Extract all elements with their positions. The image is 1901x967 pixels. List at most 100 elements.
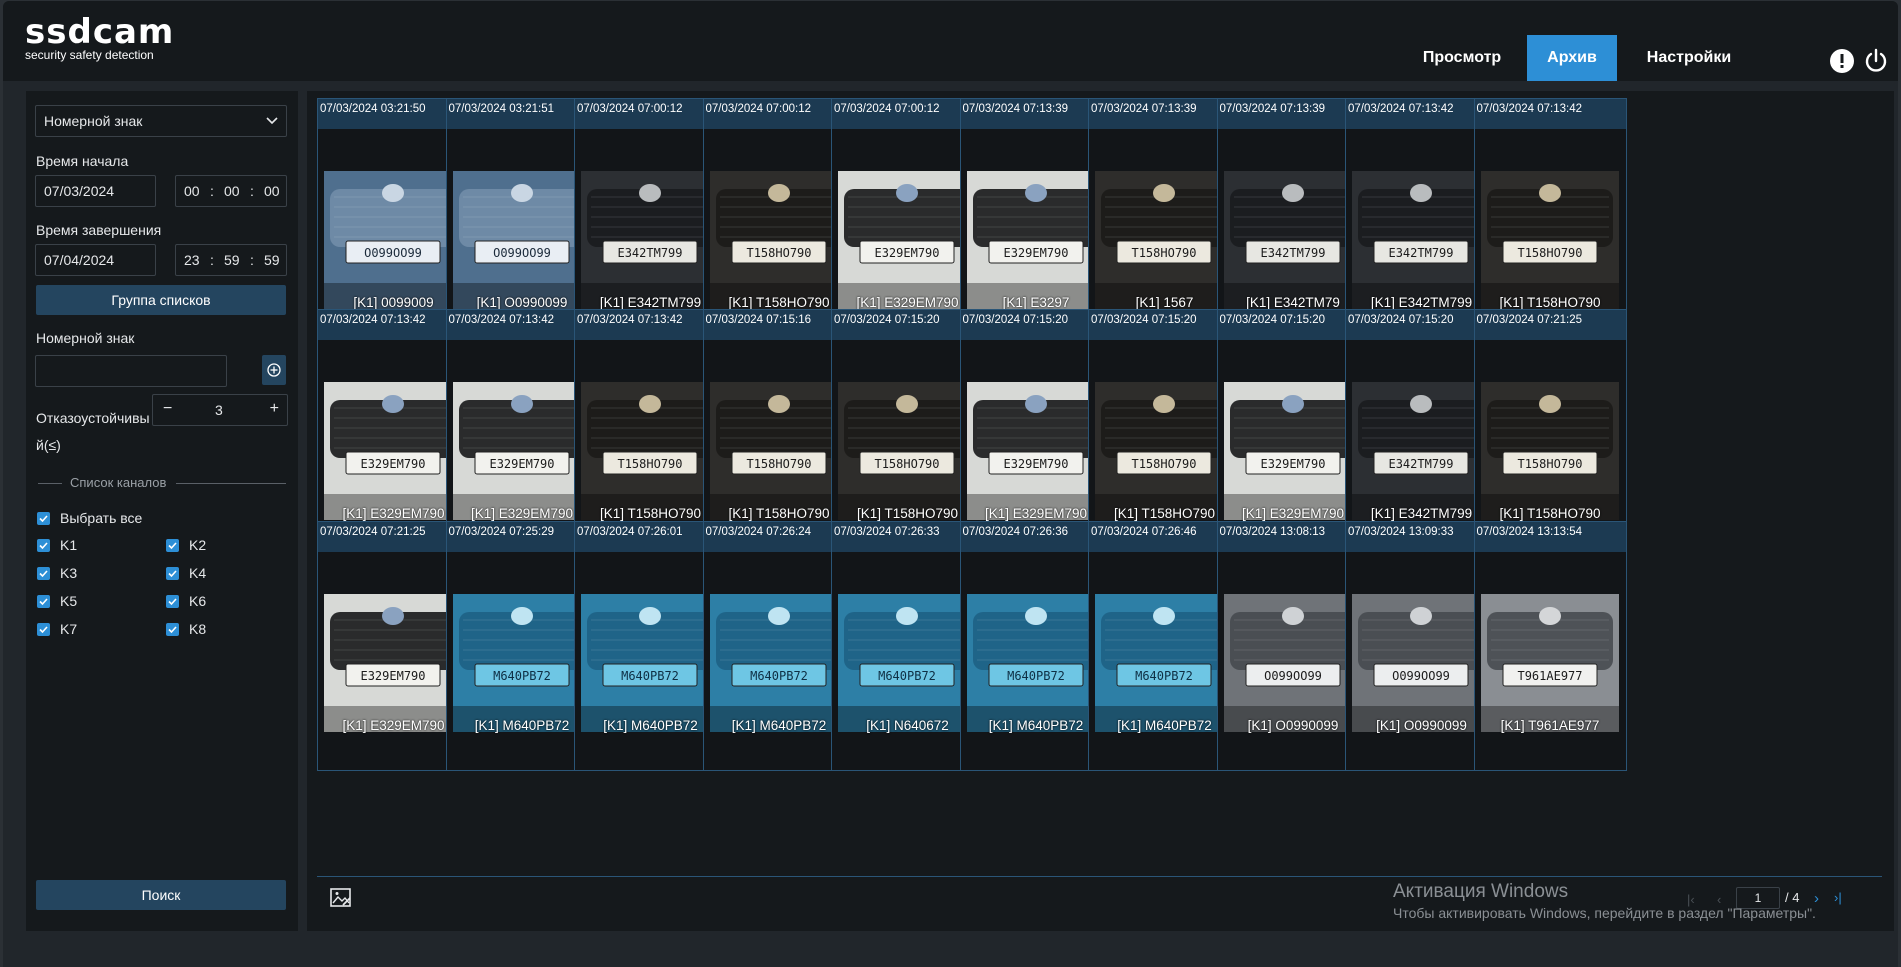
channel-list-title: Список каналов <box>70 475 167 490</box>
pager-total: / 4 <box>1785 890 1800 905</box>
select-all-label: Выбрать все <box>60 510 143 526</box>
results-panel: 07/03/2024 03:21:50 O099OO99 [K1] 0099009 0… <box>307 91 1894 931</box>
start-date-field[interactable]: 07/03/2024 <box>35 175 156 207</box>
card-header: 07/03/2024 07:21:25 <box>1474 310 1626 340</box>
svg-text:O099OO99: O099OO99 <box>493 246 551 260</box>
channel-checkbox-k2[interactable] <box>166 539 179 552</box>
channel-checkbox-k4[interactable] <box>166 567 179 580</box>
channel-checkbox-k6[interactable] <box>166 595 179 608</box>
plate-snapshot: E329EM790 <box>966 171 1105 309</box>
end-date-field[interactable]: 07/04/2024 <box>35 244 156 276</box>
nav-settings[interactable]: Настройки <box>1629 35 1749 81</box>
card-timestamp: 07/03/2024 07:15:20 <box>1348 314 1454 326</box>
card-timestamp: 07/03/2024 07:13:42 <box>577 314 683 326</box>
plate-snapshot: E329EM790 <box>324 382 462 520</box>
plate-snapshot: T158HO790 <box>1480 382 1619 520</box>
svg-text:E342TM799: E342TM799 <box>617 246 682 260</box>
channel-label-k4: K4 <box>189 565 207 581</box>
select-all-checkbox[interactable] <box>37 512 50 525</box>
svg-text:T961AE977: T961AE977 <box>1517 669 1582 683</box>
channel-label-k7: K7 <box>60 621 78 637</box>
plate-snapshot: T158HO790 <box>1095 382 1233 520</box>
tolerance-minus-button[interactable]: − <box>163 400 172 418</box>
plate-snapshot: E342TM799 <box>1352 382 1490 520</box>
export-image-icon[interactable] <box>329 886 353 910</box>
start-second[interactable]: 00 <box>264 183 280 199</box>
channel-checkbox-k3[interactable] <box>37 567 50 580</box>
end-date-value: 07/04/2024 <box>44 252 115 268</box>
channel-checkbox-k1[interactable] <box>37 539 50 552</box>
add-plate-button[interactable] <box>262 355 286 385</box>
card-timestamp: 07/03/2024 13:09:33 <box>1348 526 1454 538</box>
channel-checkbox-k5[interactable] <box>37 595 50 608</box>
card-timestamp: 07/03/2024 07:13:39 <box>962 103 1069 115</box>
card-timestamp: 07/03/2024 07:13:42 <box>1476 103 1583 115</box>
svg-text:E329EM790: E329EM790 <box>1003 246 1068 260</box>
alert-icon[interactable] <box>1829 48 1855 74</box>
plate-snapshot: M640PB72 <box>709 594 848 732</box>
card-timestamp: 07/03/2024 07:26:46 <box>1091 526 1197 538</box>
channel-label-k1: K1 <box>60 537 78 553</box>
tolerance-plus-button[interactable]: + <box>270 400 279 418</box>
list-group-button[interactable]: Группа списков <box>36 285 286 315</box>
tolerance-label-suffix: й(≤) <box>36 437 61 453</box>
channel-label-k6: K6 <box>189 593 207 609</box>
svg-text:T158HO790: T158HO790 <box>746 457 811 471</box>
card-timestamp: 07/03/2024 07:26:01 <box>577 526 683 538</box>
end-hour[interactable]: 23 <box>184 252 200 268</box>
card-timestamp: 07/03/2024 07:26:24 <box>705 526 812 538</box>
plate-snapshot: O099OO99 <box>324 171 462 309</box>
svg-text:E342TM799: E342TM799 <box>1388 246 1453 260</box>
svg-text:M640PB72: M640PB72 <box>1007 669 1065 683</box>
tolerance-stepper[interactable]: − 3 + <box>152 394 288 426</box>
start-time-field[interactable]: 00 : 00 : 00 <box>175 175 287 207</box>
channel-checkbox-k8[interactable] <box>166 623 179 636</box>
power-icon[interactable] <box>1863 48 1889 74</box>
svg-text:E329EM790: E329EM790 <box>360 457 425 471</box>
svg-text:E342TM799: E342TM799 <box>1260 246 1325 260</box>
svg-text:O099OO99: O099OO99 <box>364 246 422 260</box>
svg-text:M640PB72: M640PB72 <box>750 669 808 683</box>
channel-checkbox-k7[interactable] <box>37 623 50 636</box>
svg-text:T158HO790: T158HO790 <box>874 457 939 471</box>
tolerance-label: Отказоустойчивы <box>36 410 150 426</box>
card-timestamp: 07/03/2024 07:13:42 <box>448 314 555 326</box>
card-timestamp: 07/03/2024 07:13:42 <box>320 314 426 326</box>
result-card[interactable]: 07/03/2024 13:13:54 T961AE977 [K1] T961AE9… <box>1473 521 1627 771</box>
nav-view[interactable]: Просмотр <box>1408 35 1516 81</box>
card-timestamp: 07/03/2024 07:00:12 <box>577 103 683 115</box>
logo: ssdcam security safety detection <box>25 15 174 62</box>
plate-input[interactable] <box>35 355 227 387</box>
card-timestamp: 07/03/2024 07:26:36 <box>962 526 1069 538</box>
logo-subtitle: security safety detection <box>25 48 154 62</box>
end-time-field[interactable]: 23 : 59 : 59 <box>175 244 287 276</box>
nav-archive[interactable]: Архив <box>1527 35 1617 81</box>
plate-snapshot: E329EM790 <box>1223 382 1362 520</box>
card-timestamp: 07/03/2024 07:15:20 <box>1091 314 1197 326</box>
card-timestamp: 07/03/2024 07:00:12 <box>705 103 812 115</box>
card-timestamp: 07/03/2024 07:15:20 <box>834 314 940 326</box>
search-type-select[interactable]: Номерной знак <box>35 105 287 137</box>
card-plate-label: [K1] T158HO790 <box>1499 295 1601 310</box>
start-minute[interactable]: 00 <box>224 183 240 199</box>
plate-snapshot: E329EM790 <box>324 594 462 732</box>
svg-text:T158HO790: T158HO790 <box>746 246 811 260</box>
card-timestamp: 07/03/2024 07:00:12 <box>834 103 940 115</box>
card-header: 07/03/2024 07:13:42 <box>1474 99 1626 129</box>
channel-label-k3: K3 <box>60 565 78 581</box>
svg-text:M640PB72: M640PB72 <box>493 669 551 683</box>
end-minute[interactable]: 59 <box>224 252 240 268</box>
svg-text:T158HO790: T158HO790 <box>1131 457 1196 471</box>
plate-label: Номерной знак <box>36 330 135 346</box>
svg-text:T158HO790: T158HO790 <box>1517 457 1582 471</box>
svg-text:M640PB72: M640PB72 <box>621 669 679 683</box>
plate-snapshot: T158HO790 <box>709 171 848 309</box>
plate-snapshot: O099OO99 <box>1352 594 1490 732</box>
search-button[interactable]: Поиск <box>36 880 286 910</box>
end-second[interactable]: 59 <box>264 252 280 268</box>
pager-last-icon[interactable]: ›| <box>1834 890 1842 905</box>
start-hour[interactable]: 00 <box>184 183 200 199</box>
plate-snapshot: M640PB72 <box>966 594 1105 732</box>
plate-snapshot: T158HO790 <box>1095 171 1233 309</box>
card-plate-label: [K1] T961AE977 <box>1500 718 1600 733</box>
